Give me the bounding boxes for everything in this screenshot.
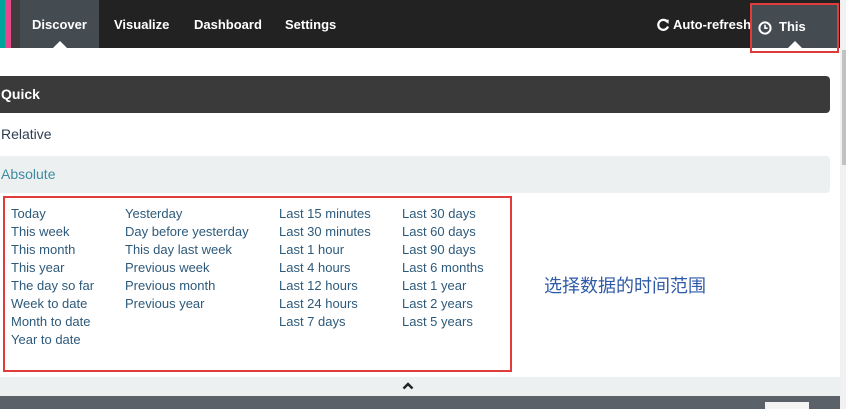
tab-visualize-label: Visualize <box>114 17 170 32</box>
top-navbar: Discover Visualize Dashboard Settings Au… <box>0 0 840 78</box>
quick-option-today[interactable]: Today <box>11 205 94 223</box>
quick-option-last-90-days[interactable]: Last 90 days <box>402 241 484 259</box>
quick-option-day-so-far[interactable]: The day so far <box>11 277 94 295</box>
quick-option-last-6-months[interactable]: Last 6 months <box>402 259 484 277</box>
tab-discover-label: Discover <box>32 17 87 32</box>
tab-dashboard[interactable]: Dashboard <box>194 0 262 48</box>
mode-tab-relative[interactable]: Relative <box>0 116 830 153</box>
quick-option-week-to-date[interactable]: Week to date <box>11 295 94 313</box>
auto-refresh-label: Auto-refresh <box>673 17 752 32</box>
tab-dashboard-label: Dashboard <box>194 17 262 32</box>
time-picker-caret <box>787 41 802 48</box>
quick-option-this-year[interactable]: This year <box>11 259 94 277</box>
quick-option-yesterday[interactable]: Yesterday <box>125 205 249 223</box>
quick-option-this-month[interactable]: This month <box>11 241 94 259</box>
tab-discover[interactable]: Discover <box>20 0 99 48</box>
chevron-up-icon <box>402 382 414 390</box>
quick-option-last-60-days[interactable]: Last 60 days <box>402 223 484 241</box>
mode-tab-absolute[interactable]: Absolute <box>0 156 830 193</box>
quick-option-last-1-hour[interactable]: Last 1 hour <box>279 241 371 259</box>
quick-option-this-week[interactable]: This week <box>11 223 94 241</box>
quick-options-column-1: Today This week This month This year The… <box>11 205 94 349</box>
quick-option-last-5-years[interactable]: Last 5 years <box>402 313 484 331</box>
quick-option-last-12-hours[interactable]: Last 12 hours <box>279 277 371 295</box>
auto-refresh-button[interactable]: Auto-refresh <box>656 0 751 48</box>
quick-option-last-30-minutes[interactable]: Last 30 minutes <box>279 223 371 241</box>
bottom-toolbar-box <box>765 402 809 409</box>
quick-option-month-to-date[interactable]: Month to date <box>11 313 94 331</box>
quick-option-last-30-days[interactable]: Last 30 days <box>402 205 484 223</box>
quick-option-last-2-years[interactable]: Last 2 years <box>402 295 484 313</box>
quick-option-last-4-hours[interactable]: Last 4 hours <box>279 259 371 277</box>
quick-option-day-before-yesterday[interactable]: Day before yesterday <box>125 223 249 241</box>
scrollbar-thumb[interactable] <box>842 50 846 165</box>
annotation-text: 选择数据的时间范围 <box>544 276 706 297</box>
quick-option-this-day-last-week[interactable]: This day last week <box>125 241 249 259</box>
tab-settings[interactable]: Settings <box>285 0 336 48</box>
time-picker-button[interactable]: This week <box>750 3 839 78</box>
mode-tab-quick[interactable]: Quick <box>0 76 830 113</box>
quick-option-previous-week[interactable]: Previous week <box>125 259 249 277</box>
quick-option-last-15-minutes[interactable]: Last 15 minutes <box>279 205 371 223</box>
quick-option-last-24-hours[interactable]: Last 24 hours <box>279 295 371 313</box>
active-tab-caret <box>52 41 67 48</box>
quick-option-previous-year[interactable]: Previous year <box>125 295 249 313</box>
quick-option-last-7-days[interactable]: Last 7 days <box>279 313 371 331</box>
quick-options-column-4: Last 30 days Last 60 days Last 90 days L… <box>402 205 484 331</box>
quick-option-last-1-year[interactable]: Last 1 year <box>402 277 484 295</box>
bottom-toolbar <box>0 396 840 409</box>
quick-option-previous-month[interactable]: Previous month <box>125 277 249 295</box>
tab-visualize[interactable]: Visualize <box>114 0 169 48</box>
quick-options-column-2: Yesterday Day before yesterday This day … <box>125 205 249 313</box>
quick-option-year-to-date[interactable]: Year to date <box>11 331 94 349</box>
quick-options-column-3: Last 15 minutes Last 30 minutes Last 1 h… <box>279 205 371 331</box>
brand-logo <box>0 0 20 48</box>
refresh-icon <box>657 18 670 31</box>
clock-icon <box>758 21 772 35</box>
collapse-panel-button[interactable] <box>0 377 840 396</box>
tab-settings-label: Settings <box>285 17 337 32</box>
